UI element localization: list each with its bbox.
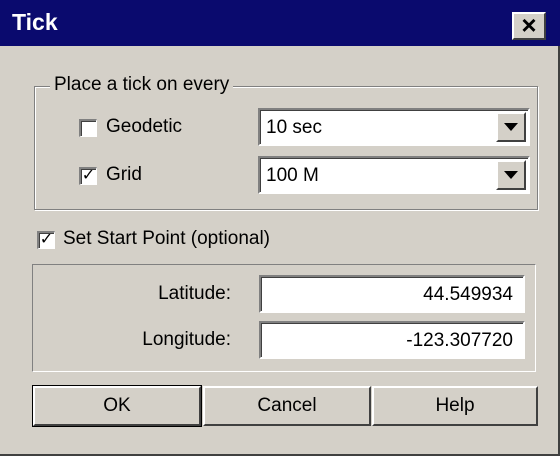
latitude-input[interactable]: 44.549934 [259, 275, 525, 313]
chevron-down-icon [504, 171, 518, 179]
geodetic-checkbox[interactable] [79, 119, 97, 137]
geodetic-label[interactable]: Geodetic [106, 116, 182, 138]
grid-checkbox[interactable]: ✓ [79, 167, 97, 185]
cancel-button[interactable]: Cancel [203, 386, 371, 426]
start-point-label[interactable]: Set Start Point (optional) [63, 228, 270, 250]
start-point-check-mark: ✓ [39, 231, 54, 248]
start-point-checkbox[interactable]: ✓ [37, 231, 55, 249]
grid-label[interactable]: Grid [106, 164, 142, 186]
close-button[interactable]: × [512, 12, 546, 40]
coordinates-panel: Latitude: 44.549934 Longitude: -123.3077… [32, 264, 536, 372]
longitude-label: Longitude: [142, 329, 231, 350]
tick-dialog: Tick × Place a tick on every Geodetic 10… [0, 0, 560, 456]
chevron-down-icon [504, 123, 518, 131]
longitude-value: -123.307720 [406, 330, 513, 351]
title-bar[interactable]: Tick × [0, 0, 560, 46]
tick-interval-legend: Place a tick on every [50, 74, 234, 96]
ok-button[interactable]: OK [32, 385, 202, 427]
dialog-title: Tick [12, 9, 58, 35]
latitude-label: Latitude: [158, 283, 231, 304]
latitude-value: 44.549934 [423, 284, 513, 305]
close-icon: × [521, 10, 537, 40]
grid-check-mark: ✓ [81, 167, 96, 184]
help-button[interactable]: Help [372, 386, 538, 426]
longitude-input[interactable]: -123.307720 [259, 321, 525, 359]
geodetic-interval-select[interactable]: 10 sec [258, 108, 530, 146]
geodetic-interval-value: 10 sec [266, 117, 322, 138]
grid-interval-select[interactable]: 100 M [258, 156, 530, 194]
geodetic-dropdown-button[interactable] [496, 112, 526, 142]
grid-dropdown-button[interactable] [496, 160, 526, 190]
grid-interval-value: 100 M [266, 165, 319, 186]
